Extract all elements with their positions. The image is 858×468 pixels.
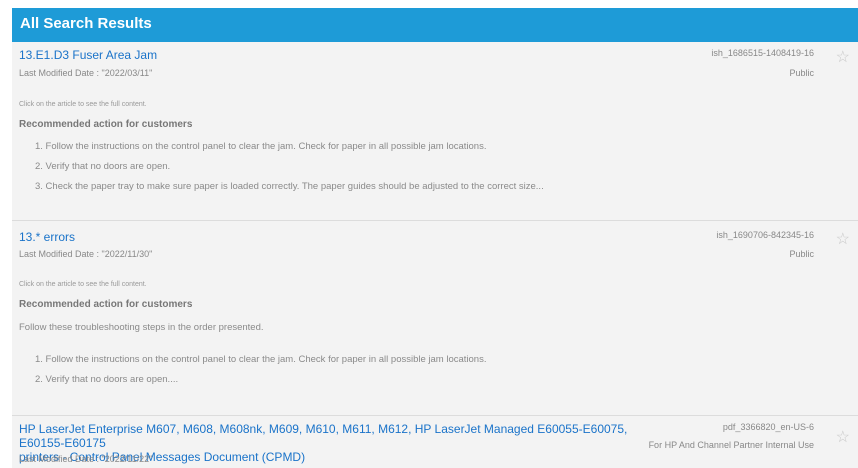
intro-text: Follow these troubleshooting steps in th…	[19, 322, 264, 333]
access-level: Public	[789, 249, 814, 259]
content-hint: Click on the article to see the full con…	[19, 101, 147, 108]
star-outline-icon[interactable]: ☆	[836, 50, 850, 66]
last-modified-date: Last Modified Date : "2022/11/22"	[19, 454, 153, 464]
result-title[interactable]: 13.E1.D3 Fuser Area Jam	[19, 48, 157, 62]
section-heading: Recommended action for customers	[19, 299, 193, 310]
last-modified-date: Last Modified Date : "2022/11/30"	[19, 249, 153, 259]
access-level: Public	[789, 68, 814, 78]
results-list: 13.E1.D3 Fuser Area Jam Last Modified Da…	[12, 42, 858, 468]
result-title[interactable]: 13.* errors	[19, 230, 75, 244]
results-header: All Search Results	[12, 8, 858, 42]
document-id: ish_1690706-842345-16	[716, 230, 814, 240]
result-item[interactable]: 13.E1.D3 Fuser Area Jam Last Modified Da…	[12, 42, 858, 220]
step-item: 3. Check the paper tray to make sure pap…	[35, 181, 544, 192]
result-title-line: HP LaserJet Enterprise M607, M608, M608n…	[19, 422, 628, 450]
section-heading: Recommended action for customers	[19, 119, 193, 130]
step-item: 1. Follow the instructions on the contro…	[35, 141, 487, 152]
result-item[interactable]: HP LaserJet Enterprise M607, M608, M608n…	[12, 416, 858, 468]
step-item: 2. Verify that no doors are open....	[35, 374, 179, 385]
step-item: 2. Verify that no doors are open.	[35, 161, 171, 172]
access-level: For HP And Channel Partner Internal Use	[648, 440, 814, 450]
last-modified-date: Last Modified Date : "2022/03/11"	[19, 68, 153, 78]
search-results-panel: All Search Results 13.E1.D3 Fuser Area J…	[0, 0, 858, 468]
step-item: 1. Follow the instructions on the contro…	[35, 354, 487, 365]
results-header-title: All Search Results	[20, 15, 152, 32]
result-item[interactable]: 13.* errors Last Modified Date : "2022/1…	[12, 221, 858, 415]
star-outline-icon[interactable]: ☆	[836, 232, 850, 248]
document-id: pdf_3366820_en-US-6	[722, 422, 814, 432]
star-outline-icon[interactable]: ☆	[836, 430, 850, 446]
document-id: ish_1686515-1408419-16	[711, 48, 814, 58]
content-hint: Click on the article to see the full con…	[19, 281, 147, 288]
